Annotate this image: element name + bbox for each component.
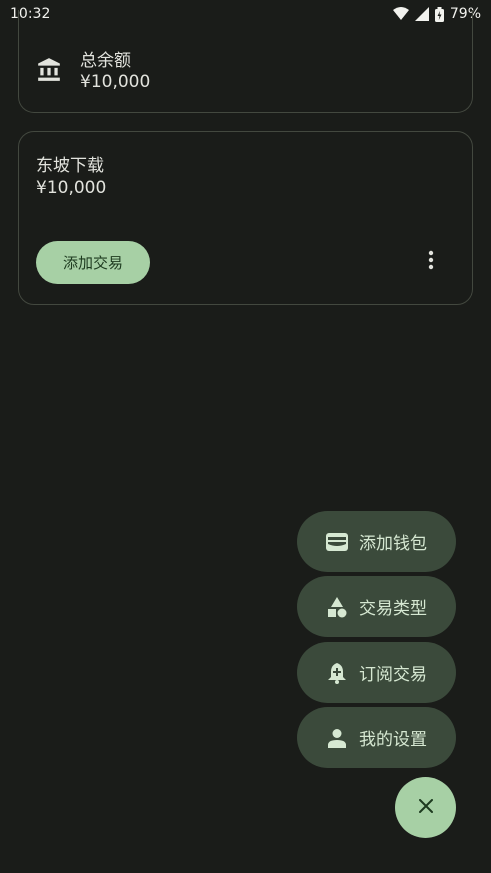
close-fab-button[interactable]: [395, 777, 456, 838]
more-options-button[interactable]: [419, 250, 443, 274]
fab-item-my-settings[interactable]: 我的设置: [297, 707, 456, 768]
subscription-bell-icon: [325, 661, 349, 685]
fab-item-label: 订阅交易: [359, 665, 427, 685]
total-balance-label: 总余额: [80, 51, 131, 71]
fab-item-label: 添加钱包: [359, 534, 427, 554]
wallet-card[interactable]: 东坡下载 ¥10,000 添加交易: [18, 131, 473, 305]
total-balance-card: 总余额 ¥10,000: [18, 10, 473, 113]
fab-item-add-wallet[interactable]: 添加钱包: [297, 511, 456, 572]
total-balance-value: ¥10,000: [80, 72, 151, 92]
wallet-name: 东坡下载: [36, 156, 104, 176]
fab-item-subscription-transactions[interactable]: 订阅交易: [297, 642, 456, 703]
fab-item-transaction-types[interactable]: 交易类型: [297, 576, 456, 637]
wallet-balance: ¥10,000: [36, 178, 107, 198]
bank-icon: [36, 57, 62, 83]
fab-item-label: 交易类型: [359, 599, 427, 619]
more-vert-icon: [428, 250, 434, 274]
add-transaction-button[interactable]: 添加交易: [36, 241, 150, 284]
close-icon: [418, 798, 433, 817]
person-icon: [325, 726, 349, 750]
wallet-icon: [325, 530, 349, 554]
fab-item-label: 我的设置: [359, 730, 427, 750]
category-shapes-icon: [325, 595, 349, 619]
